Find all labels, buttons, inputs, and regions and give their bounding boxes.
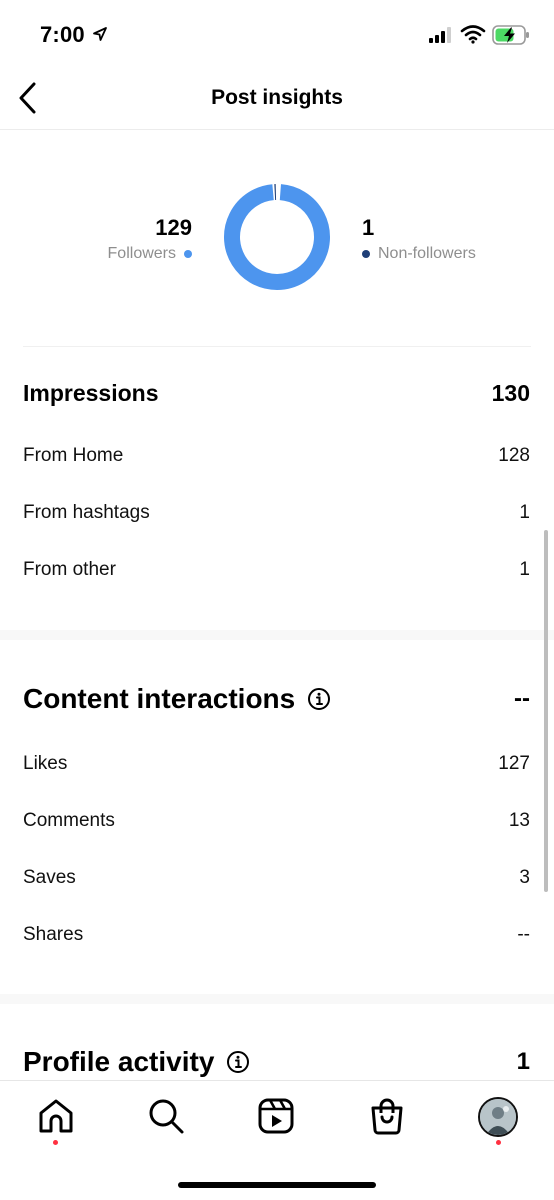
audience-donut-chart [224,184,330,290]
profile-activity-header-row: Profile activity 1 [23,1042,530,1082]
search-icon[interactable] [146,1096,186,1136]
followers-dot [184,250,192,258]
profile-activity-total: 1 [516,1048,530,1075]
row-value: 1 [519,559,530,580]
content-interactions-total: -- [514,685,530,712]
impressions-row-other: From other 1 [23,554,530,586]
followers-count: 129 [155,215,192,240]
row-value: 13 [508,810,530,831]
info-icon[interactable] [307,687,331,711]
section-separator [0,630,554,640]
header: Post insights [0,70,554,130]
impressions-total: 130 [491,379,530,406]
content-interactions-header-row: Content interactions -- [23,678,530,720]
profile-activity-title: Profile activity [23,1046,215,1077]
followers-legend: Followers [60,242,192,266]
followers-label: Followers [107,245,176,262]
impressions-row-home: From Home 128 [23,440,530,472]
page-title: Post insights [211,86,343,109]
location-arrow-icon [93,27,107,41]
content-interactions-title: Content interactions [23,683,296,714]
non-followers-dot [362,250,370,258]
interactions-row-shares: Shares -- [23,919,530,951]
non-followers-label: Non-followers [378,245,476,262]
interactions-row-comments: Comments 13 [23,805,530,837]
audience-breakdown: 129 Followers 1 Non-followers [0,130,554,348]
info-icon[interactable] [226,1050,250,1074]
non-followers-legend: Non-followers [362,242,532,266]
battery-charging-icon [492,25,529,45]
home-notification-dot [53,1140,58,1145]
home-indicator [178,1182,376,1188]
row-value: 1 [519,502,530,523]
interactions-row-saves: Saves 3 [23,862,530,894]
non-followers-count: 1 [362,215,375,240]
shop-icon[interactable] [367,1096,407,1136]
profile-notification-dot [496,1140,501,1145]
row-label: Shares [23,924,84,945]
interactions-row-likes: Likes 127 [23,748,530,780]
row-value: 3 [519,867,530,888]
reels-icon[interactable] [256,1096,296,1136]
impressions-row-hashtags: From hashtags 1 [23,497,530,529]
impressions-title: Impressions [23,379,159,406]
section-divider [23,346,531,347]
followers-arc [224,184,330,290]
row-label: From other [23,559,116,580]
status-bar: 7:00 [0,0,554,70]
row-label: Likes [23,753,68,774]
scrollbar[interactable] [544,530,548,892]
row-value: -- [517,924,530,945]
non-followers-stat: 1 Non-followers [362,214,532,266]
profile-avatar[interactable] [478,1097,518,1137]
avatar-image [480,1099,516,1135]
row-label: Saves [23,867,76,888]
row-label: From hashtags [23,502,150,523]
wifi-icon [460,25,486,44]
row-value: 128 [498,445,530,466]
row-value: 127 [498,753,530,774]
impressions-header-row[interactable]: Impressions 130 [23,374,530,412]
section-separator [0,994,554,1004]
home-icon[interactable] [36,1096,76,1136]
row-label: From Home [23,445,124,466]
row-label: Comments [23,810,115,831]
status-time: 7:00 [40,22,85,47]
profile-activity-heading: Profile activity [23,1046,250,1078]
followers-stat: 129 Followers [60,214,192,266]
content-interactions-heading: Content interactions [23,683,331,715]
cellular-signal-icon [429,27,451,43]
